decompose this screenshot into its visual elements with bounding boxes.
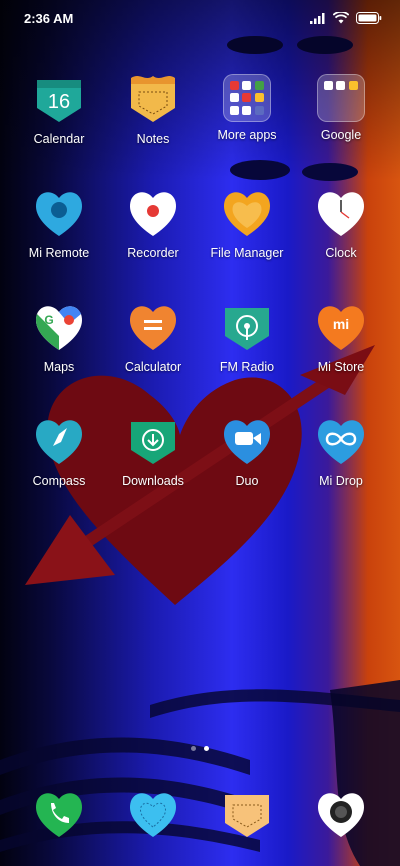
app-clock[interactable]: Clock (293, 184, 389, 261)
messages-icon (129, 793, 177, 837)
wifi-icon (333, 12, 349, 24)
app-label: Maps (43, 360, 75, 374)
notes-icon (131, 76, 175, 122)
browser-icon (225, 795, 269, 837)
camera-icon (317, 793, 365, 837)
clock-icon (317, 192, 365, 236)
svg-text:mi: mi (333, 316, 349, 332)
app-label: Mi Store (317, 360, 365, 374)
app-label: Notes (136, 132, 170, 146)
app-downloads[interactable]: Downloads (105, 412, 201, 489)
folder-more-apps[interactable]: More apps (199, 70, 295, 143)
phone-icon (35, 793, 83, 837)
status-time: 2:36 AM (24, 10, 74, 26)
svg-text:G: G (44, 313, 53, 327)
mi-remote-icon (35, 192, 83, 236)
app-label: Mi Drop (319, 474, 363, 488)
app-mi-store[interactable]: mi Mi Store (293, 298, 389, 375)
folder-icon (317, 74, 365, 122)
app-label: More apps (217, 128, 277, 142)
app-compass[interactable]: Compass (11, 412, 107, 489)
app-label: File Manager (210, 246, 284, 260)
page-dot[interactable] (191, 746, 196, 751)
fm-radio-icon (225, 308, 269, 350)
dock-camera[interactable] (293, 785, 389, 841)
mi-store-icon: mi (317, 306, 365, 350)
folder-icon (223, 74, 271, 122)
app-label: Calendar (33, 132, 85, 146)
app-label: Mi Remote (28, 246, 90, 260)
battery-icon (356, 12, 382, 24)
app-label: Compass (32, 474, 86, 488)
page-indicator (0, 746, 400, 751)
app-label: Duo (235, 474, 259, 488)
app-fm-radio[interactable]: FM Radio (199, 298, 295, 375)
app-label: Calculator (124, 360, 182, 374)
compass-icon (35, 420, 83, 464)
dock-browser[interactable] (199, 785, 295, 841)
signal-icon (310, 13, 325, 24)
app-duo[interactable]: Duo (199, 412, 295, 489)
calendar-icon: 16 (37, 80, 81, 122)
duo-icon (223, 420, 271, 464)
folder-google[interactable]: Google (293, 70, 389, 143)
app-file-manager[interactable]: File Manager (199, 184, 295, 261)
dock-phone[interactable] (11, 785, 107, 841)
app-mi-remote[interactable]: Mi Remote (11, 184, 107, 261)
page-dot-active[interactable] (204, 746, 209, 751)
dock-messages[interactable] (105, 785, 201, 841)
app-recorder[interactable]: Recorder (105, 184, 201, 261)
app-label: FM Radio (219, 360, 275, 374)
app-label: Google (320, 128, 362, 142)
app-label: Recorder (127, 246, 179, 260)
recorder-icon (129, 192, 177, 236)
app-label: Downloads (122, 474, 184, 488)
app-calendar[interactable]: 16 Calendar (11, 70, 107, 147)
app-notes[interactable]: Notes (105, 70, 201, 147)
dock (0, 785, 400, 841)
app-maps[interactable]: G Maps (11, 298, 107, 375)
status-bar: 2:36 AM (0, 0, 400, 36)
downloads-icon (131, 422, 175, 464)
svg-text:16: 16 (48, 91, 70, 113)
calculator-icon (129, 306, 177, 350)
app-calculator[interactable]: Calculator (105, 298, 201, 375)
app-label: Clock (325, 246, 357, 260)
mi-drop-icon (317, 420, 365, 464)
maps-icon: G (35, 306, 83, 350)
file-manager-icon (223, 192, 271, 236)
app-mi-drop[interactable]: Mi Drop (293, 412, 389, 489)
